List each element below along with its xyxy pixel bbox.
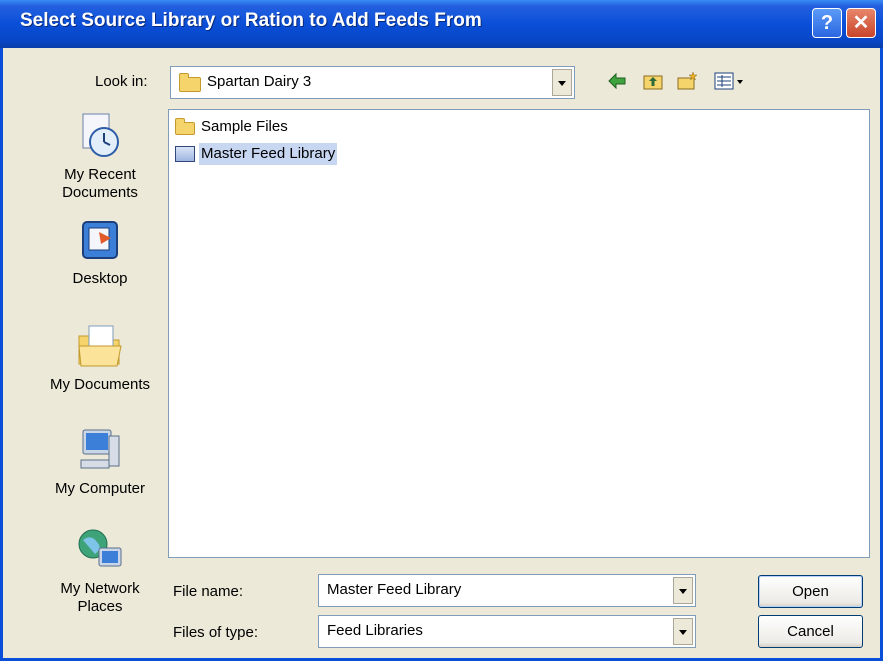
open-file-dialog: Select Source Library or Ration to Add F… — [0, 0, 883, 661]
look-in-dropdown[interactable]: Spartan Dairy 3 — [170, 66, 575, 99]
place-network[interactable]: My Network Places — [36, 526, 164, 616]
file-name-value: Master Feed Library — [327, 581, 462, 598]
folder-icon — [175, 118, 195, 135]
place-my-computer[interactable]: My Computer — [36, 424, 164, 498]
file-name-label: File name: — [173, 583, 244, 600]
folder-icon — [179, 73, 201, 92]
file-name: Master Feed Library — [199, 143, 338, 165]
look-in-label: Look in: — [95, 73, 148, 90]
look-in-value: Spartan Dairy 3 — [207, 73, 312, 90]
views-menu-icon[interactable] — [712, 70, 748, 94]
help-button[interactable]: ? — [812, 8, 842, 38]
close-button[interactable]: ✕ — [846, 8, 876, 38]
desktop-icon — [82, 221, 118, 259]
file-name: Sample Files — [201, 118, 288, 135]
my-computer-icon — [80, 429, 120, 469]
cancel-button[interactable]: Cancel — [758, 615, 863, 648]
file-type-value: Feed Libraries — [327, 622, 423, 639]
library-file-icon — [175, 146, 195, 162]
title-bar[interactable]: Select Source Library or Ration to Add F… — [0, 0, 883, 48]
chevron-down-icon[interactable] — [673, 618, 693, 645]
window-frame-left — [0, 48, 3, 661]
network-places-icon — [78, 529, 122, 567]
my-documents-icon — [78, 325, 122, 367]
up-one-level-icon[interactable] — [641, 70, 665, 94]
dialog-title: Select Source Library or Ration to Add F… — [20, 10, 482, 31]
new-folder-icon[interactable] — [675, 70, 699, 94]
chevron-down-icon[interactable] — [673, 577, 693, 604]
open-button[interactable]: Open — [758, 575, 863, 608]
back-arrow-icon[interactable] — [605, 70, 629, 94]
file-type-dropdown[interactable]: Feed Libraries — [318, 615, 696, 648]
place-recent-documents[interactable]: My Recent Documents — [36, 110, 164, 202]
recent-documents-icon — [82, 113, 119, 157]
file-type-label: Files of type: — [173, 624, 259, 641]
chevron-down-icon[interactable] — [552, 69, 572, 96]
place-label: My Network Places — [60, 580, 140, 615]
place-my-documents[interactable]: My Documents — [36, 322, 164, 394]
file-list[interactable]: Sample Files Master Feed Library — [168, 109, 870, 558]
place-label: Desktop — [72, 270, 128, 287]
place-label: My Computer — [54, 480, 146, 497]
place-label: My Recent Documents — [62, 166, 138, 201]
places-bar: My Recent Documents Desktop My Documents — [36, 104, 164, 634]
place-label: My Documents — [49, 376, 151, 393]
file-name-field[interactable]: Master Feed Library — [318, 574, 696, 607]
place-desktop[interactable]: Desktop — [36, 218, 164, 288]
